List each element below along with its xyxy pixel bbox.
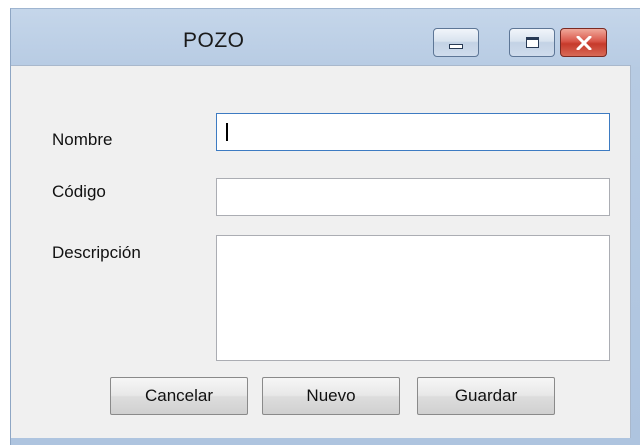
minimize-icon (449, 44, 463, 49)
form-area: Nombre Código Descripción Cancelar Nuevo… (11, 65, 631, 438)
descripcion-label: Descripción (52, 243, 141, 262)
nombre-input[interactable] (216, 113, 610, 151)
pozo-window: POZO Nombre Código Descripción Cancelar … (10, 8, 640, 445)
close-icon (576, 35, 591, 50)
new-button[interactable]: Nuevo (262, 377, 400, 415)
window-title: POZO (183, 29, 245, 52)
minimize-button[interactable] (433, 28, 479, 57)
maximize-icon (525, 37, 539, 48)
text-caret (226, 123, 228, 141)
maximize-button[interactable] (509, 28, 555, 57)
title-bar[interactable]: POZO (11, 9, 640, 65)
codigo-input[interactable] (216, 178, 610, 216)
close-button[interactable] (560, 28, 607, 57)
codigo-label: Código (52, 182, 106, 201)
descripcion-textarea[interactable] (216, 235, 610, 361)
save-button[interactable]: Guardar (417, 377, 555, 415)
nombre-label: Nombre (52, 130, 113, 149)
cancel-button[interactable]: Cancelar (110, 377, 248, 415)
